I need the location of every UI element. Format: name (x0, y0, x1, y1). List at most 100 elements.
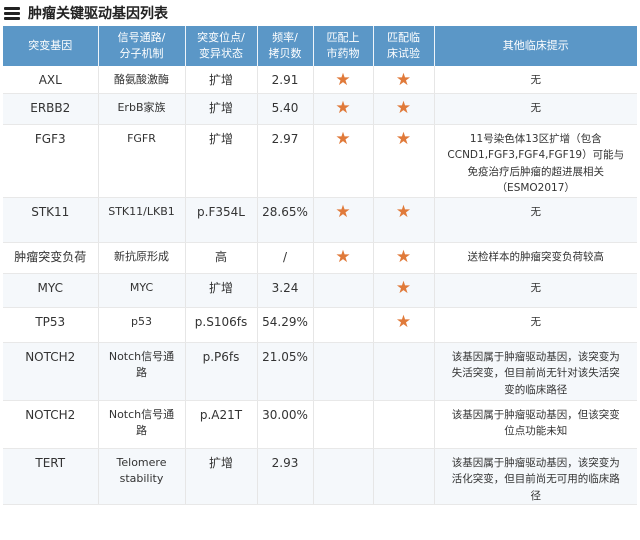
trial-match-cell: ★ (372, 197, 434, 243)
pathway-cell-line: 新抗原形成 (114, 249, 169, 263)
pathway-cell-line: p53 (131, 314, 152, 328)
pathway-cell-line: stability (119, 471, 164, 485)
freq-cell: / (256, 242, 313, 274)
pathway-cell: 酪氨酸激酶 (97, 66, 185, 94)
freq-cell: 2.91 (256, 66, 313, 94)
clinical-note-cell-line: （ESMO2017） (496, 182, 575, 194)
variant-cell: p.F354L (184, 197, 257, 243)
pathway-cell: MYC (97, 273, 185, 308)
column-header-line: 频率/ (272, 31, 298, 44)
table-row: AXL 酪氨酸激酶 扩增 2.91 ★ ★ 无 (3, 66, 637, 94)
gene-cell: NOTCH2 (3, 400, 98, 449)
table-header-row: 突变基因 信号通路/分子机制 突变位点/变异状态 频率/拷贝数 匹配上 市药物 匹配临 床试验… (3, 26, 637, 66)
clinical-note-cell-line: 免疫治疗后肿瘤的超进展相关 (467, 165, 605, 178)
variant-cell: 扩增 (184, 66, 257, 94)
clinical-note-cell-line: 无 (530, 74, 542, 86)
drug-match-cell (312, 307, 373, 343)
star-icon: ★ (395, 246, 412, 267)
pathway-cell-line: 路 (136, 365, 147, 379)
clinical-note-cell: 无 (433, 66, 637, 94)
drug-match-cell: ★ (312, 66, 373, 94)
gene-cell: ERBB2 (3, 93, 98, 125)
table-row: NOTCH2 Notch信号通路 p.A21T 30.00% 该基因属于肿瘤驱动基因，但… (3, 400, 637, 449)
clinical-note-cell-line: 送检样本的肿瘤突变负荷较高 (467, 250, 605, 263)
table-row: NOTCH2 Notch信号通路 p.P6fs 21.05% 该基因属于肿瘤驱动基因，该… (3, 342, 637, 401)
star-icon: ★ (395, 277, 412, 298)
clinical-note-cell-line: 该基因属于肿瘤驱动基因，该突变为 (451, 350, 620, 363)
column-header-drug: 匹配上 市药物 (312, 26, 373, 66)
column-header-line: 拷贝数 (268, 47, 302, 60)
clinical-note-cell-line: 失活突变，但目前尚无针对该失活突 (451, 367, 620, 379)
clinical-note-cell-line: 11号染色体13区扩增（包含 (469, 132, 602, 145)
trial-match-cell: ★ (372, 93, 434, 125)
gene-cell: MYC (3, 273, 98, 308)
freq-cell: 5.40 (256, 93, 313, 125)
gene-cell: TP53 (3, 307, 98, 343)
clinical-note-cell-line: 活化突变，但目前尚无可用的临床路 (451, 473, 620, 485)
column-header-line: 突变位点/ (197, 31, 245, 44)
drug-match-cell: ★ (312, 242, 373, 274)
clinical-note-cell-line: 该基因属于肿瘤驱动基因，但该突变 (451, 408, 620, 421)
freq-cell: 2.97 (256, 124, 313, 198)
clinical-note-cell: 无 (433, 273, 637, 308)
table-row: 肿瘤突变负荷 新抗原形成 高 / ★ ★ 送检样本的肿瘤突变负荷较高 (3, 242, 637, 274)
variant-cell: 扩增 (184, 448, 257, 505)
star-icon: ★ (395, 311, 412, 332)
star-icon: ★ (395, 97, 412, 118)
clinical-note-cell-line: 无 (530, 205, 542, 218)
star-icon: ★ (395, 70, 412, 90)
pathway-cell-line: 路 (136, 423, 147, 437)
gene-cell: STK11 (3, 197, 98, 243)
page-title: 肿瘤关键驱动基因列表 (28, 6, 168, 22)
star-icon: ★ (335, 70, 351, 90)
variant-cell: p.A21T (184, 400, 257, 449)
pathway-cell-line: MYC (129, 280, 154, 294)
pathway-cell: Notch信号通路 (97, 400, 185, 449)
pathway-cell-line: Notch信号通 (108, 407, 175, 421)
pathway-cell: ErbB家族 (97, 93, 185, 125)
gene-cell: TERT (3, 448, 98, 505)
pathway-cell-line: ErbB家族 (117, 100, 166, 114)
variant-cell: 高 (184, 242, 257, 274)
pathway-cell-line: STK11/LKB1 (108, 204, 175, 218)
trial-match-cell (372, 400, 434, 449)
variant-cell: p.P6fs (184, 342, 257, 401)
freq-cell: 3.24 (256, 273, 313, 308)
column-header-line: 床试验 (387, 47, 420, 60)
clinical-note-cell-line: 该基因属于肿瘤驱动基因，该突变为 (451, 456, 620, 469)
clinical-note-cell: 11号染色体13区扩增（包含 CCND1,FGF3,FGF4,FGF19）可能与免… (433, 124, 637, 198)
variant-cell: 扩增 (184, 93, 257, 125)
drug-match-cell (312, 400, 373, 449)
pathway-cell: FGFR (97, 124, 185, 198)
column-header-variant: 突变位点/变异状态 (184, 26, 257, 66)
trial-match-cell: ★ (372, 242, 434, 274)
pathway-cell: STK11/LKB1 (97, 197, 185, 243)
star-icon: ★ (335, 128, 351, 149)
freq-cell: 30.00% (256, 400, 313, 449)
gene-cell: AXL (3, 66, 98, 94)
column-header-trial: 匹配临 床试验 (372, 26, 434, 66)
table-row: STK11 STK11/LKB1 p.F354L 28.65% ★ ★ 无 (3, 197, 637, 243)
menu-icon[interactable] (4, 6, 20, 20)
title-bar: 肿瘤关键驱动基因列表 (0, 0, 640, 26)
drug-match-cell: ★ (312, 197, 373, 243)
pathway-cell-line: Telomere (116, 455, 167, 469)
column-header-line: 匹配上 (326, 31, 360, 44)
column-header-freq: 频率/拷贝数 (256, 26, 313, 66)
star-icon: ★ (335, 246, 351, 267)
drug-match-cell (312, 273, 373, 308)
variant-cell: 扩增 (184, 273, 257, 308)
clinical-note-cell-line: 位点功能未知 (504, 425, 568, 437)
variant-cell: 扩增 (184, 124, 257, 198)
column-header-line: 匹配临 (387, 31, 420, 44)
trial-match-cell (372, 448, 434, 505)
clinical-note-cell-line: 无 (530, 281, 542, 294)
column-header-line: 市药物 (326, 47, 360, 60)
trial-match-cell: ★ (372, 273, 434, 308)
gene-cell: FGF3 (3, 124, 98, 198)
clinical-note-cell: 该基因属于肿瘤驱动基因，该突变为 活化突变，但目前尚无可用的临床路径 (433, 448, 637, 505)
pathway-cell: Telomere stability (97, 448, 185, 505)
trial-match-cell: ★ (372, 66, 434, 94)
column-header-line: 突变基因 (28, 39, 73, 52)
clinical-note-cell: 无 (433, 93, 637, 125)
